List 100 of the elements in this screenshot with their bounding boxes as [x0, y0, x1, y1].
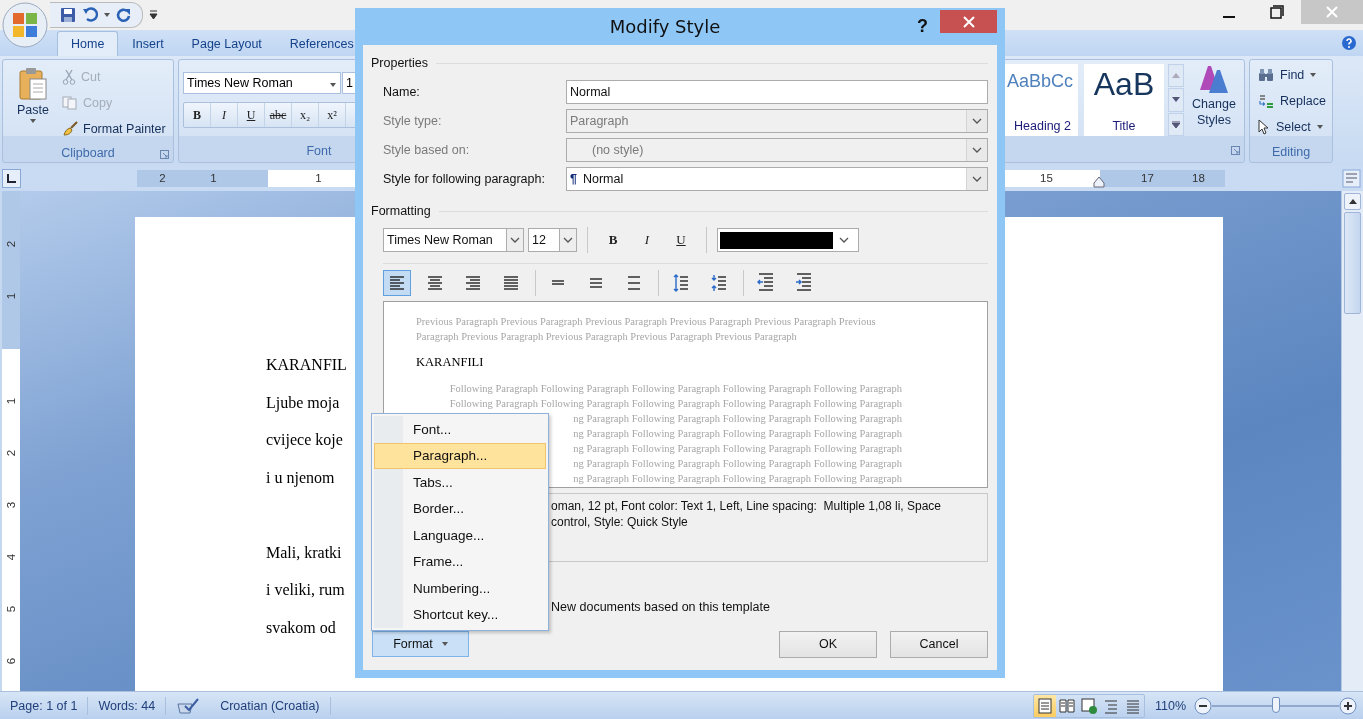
font-size-dropdown[interactable]: 12	[528, 228, 577, 252]
chevron-icon	[510, 237, 520, 243]
proofing-icon[interactable]	[176, 697, 201, 714]
menu-item[interactable]: Numbering...	[374, 575, 546, 602]
align-left-button[interactable]	[383, 269, 411, 296]
undo-icon[interactable]	[82, 7, 98, 23]
close-button[interactable]	[940, 10, 997, 33]
ribbon-tab[interactable]: Page Layout	[177, 31, 276, 56]
style-gallery-item[interactable]: AaB Title	[1084, 64, 1164, 136]
menu-item[interactable]: Tabs...	[374, 469, 546, 496]
space-less-icon	[709, 272, 729, 293]
font-name-field[interactable]: Times New Roman	[183, 72, 341, 94]
page-count[interactable]: Page: 1 of 1	[0, 696, 89, 715]
scissors-icon	[62, 69, 76, 85]
ruler-number: 2	[158, 171, 167, 186]
description-text-line: control, Style: Quick Style	[551, 514, 688, 530]
clipboard-command[interactable]: Format Painter	[59, 118, 169, 140]
view-button[interactable]	[1033, 694, 1056, 717]
dialog-button[interactable]: OK	[779, 630, 877, 658]
up-arrow-icon	[1172, 73, 1180, 79]
ruler-number: 15	[1039, 171, 1054, 186]
caret-icon	[441, 642, 448, 646]
single-icon	[551, 280, 565, 285]
word-count[interactable]: Words: 44	[88, 696, 167, 715]
help-button[interactable]: ?	[917, 16, 928, 37]
sup-button[interactable]: x²	[319, 103, 346, 127]
clipboard-icon	[18, 67, 48, 101]
office-button[interactable]	[2, 2, 48, 48]
change-styles-button[interactable]: Change Styles	[1188, 64, 1240, 136]
font-name-dropdown[interactable]: Times New Roman	[383, 228, 524, 252]
customize-toolbar-icon[interactable]	[149, 10, 158, 20]
ruler-number: 18	[1191, 171, 1206, 186]
scroll-down-button[interactable]	[1168, 88, 1184, 112]
document-text-line: KARANFIL	[266, 355, 347, 375]
more-button[interactable]	[1168, 112, 1184, 136]
group-label: Clipboard	[61, 146, 115, 160]
menu-item[interactable]: Border...	[374, 495, 546, 522]
ribbon-tab[interactable]: Insert	[118, 31, 178, 56]
editing-command[interactable]: Find	[1258, 64, 1326, 85]
format-menu-button[interactable]: Format	[372, 631, 469, 657]
field-label: Name:	[383, 84, 421, 99]
menu-item[interactable]: Frame...	[374, 548, 546, 575]
caret-icon	[104, 13, 110, 17]
save-icon[interactable]	[60, 7, 76, 23]
document-text-line: i u njenom	[266, 467, 335, 489]
tab-stop-selector[interactable]	[2, 169, 21, 188]
dialog-launcher-icon[interactable]	[1231, 146, 1240, 155]
replace-icon	[1258, 92, 1274, 109]
italic-button[interactable]: I	[632, 228, 662, 252]
dropdown-field[interactable]: ¶ Normal	[566, 166, 988, 191]
web-view-icon	[1079, 696, 1098, 715]
menu-item[interactable]: Paragraph...	[374, 442, 546, 469]
maximize-icon[interactable]	[1270, 5, 1284, 19]
italic-button[interactable]: I	[211, 103, 238, 127]
field-label: Style type:	[383, 113, 443, 128]
language-indicator[interactable]: Croatian (Croatia)	[210, 696, 331, 715]
editing-command[interactable]: Replace	[1258, 90, 1326, 111]
menu-item[interactable]: Language...	[374, 522, 546, 549]
strike-button[interactable]: abc	[265, 103, 292, 127]
input-field[interactable]: Normal	[566, 79, 988, 104]
preview-text-line: ng Paragraph Following Paragraph Following Paragraph Following Paragraph	[573, 427, 902, 441]
menu-item[interactable]: Shortcut key...	[374, 601, 546, 628]
slider-thumb[interactable]	[1271, 696, 1280, 713]
copy-icon	[62, 96, 78, 110]
field-label: Style for following paragraph:	[383, 171, 546, 186]
editing-command[interactable]: Select	[1258, 116, 1326, 137]
ruler-number: 17	[1140, 171, 1155, 186]
zoom-level[interactable]: 110%	[1154, 698, 1186, 713]
paste-button[interactable]: Paste	[7, 64, 59, 140]
redo-icon[interactable]	[116, 7, 132, 23]
dialog-button[interactable]: Cancel	[890, 630, 988, 658]
document-text-line: Mali, kratki	[266, 542, 342, 563]
zoom-out-icon[interactable]	[1194, 696, 1212, 715]
print-view-icon	[1035, 696, 1054, 715]
preview-text-line: Paragraph Previous Paragraph Previous Paragraph Previous Paragraph Previous Paragraph	[416, 330, 797, 344]
dialog-title: Modify Style	[608, 16, 722, 37]
preview-sample-text: KARANFILI	[416, 355, 484, 370]
scroll-up-button[interactable]	[1344, 193, 1361, 210]
preview-text-line: ng Paragraph Following Paragraph Following Paragraph Following Paragraph	[573, 442, 902, 456]
bold-button[interactable]: B	[598, 228, 628, 252]
zoom-in-icon[interactable]	[1339, 696, 1357, 715]
ruler-number: 1	[209, 171, 218, 186]
font-color-dropdown[interactable]	[717, 228, 859, 252]
close-icon	[1325, 5, 1339, 19]
sub-button[interactable]: x₂	[292, 103, 319, 127]
ribbon-tab[interactable]: Home	[57, 31, 119, 56]
dialog-launcher-icon[interactable]	[160, 150, 169, 159]
option-label[interactable]: New documents based on this template	[551, 597, 988, 617]
styles-icon	[1198, 64, 1230, 94]
underline-button[interactable]: U	[238, 103, 265, 127]
menu-item[interactable]: Font...	[374, 416, 546, 443]
underline-button[interactable]: U	[666, 228, 696, 252]
reading-view-icon	[1057, 696, 1076, 715]
indent-marker-icon[interactable]	[1093, 176, 1105, 188]
bold-button[interactable]: B	[184, 103, 211, 127]
preview-text-line: Previous Paragraph Previous Paragraph Previous Paragraph Previous Paragraph Previous Paragraph Previous	[416, 315, 876, 329]
help-icon[interactable]	[1341, 35, 1357, 51]
indent-icon	[794, 272, 814, 293]
ruler-number: 4	[5, 553, 17, 561]
scrollbar-thumb[interactable]	[1344, 212, 1361, 314]
